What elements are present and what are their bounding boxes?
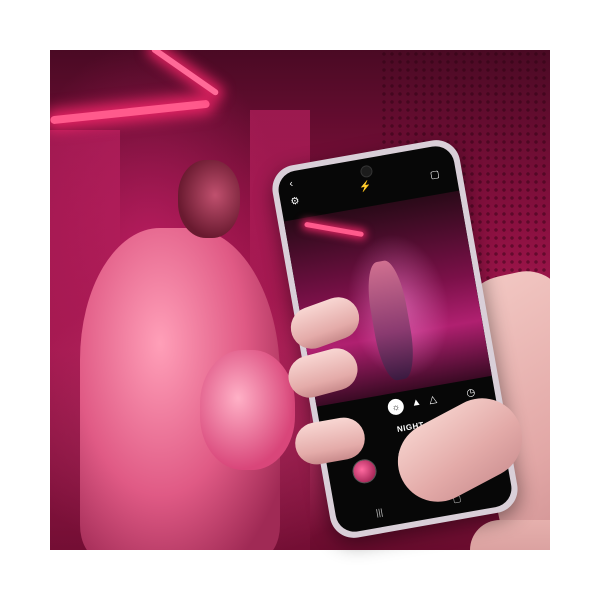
person-preview xyxy=(362,258,419,383)
neon-light xyxy=(304,221,365,238)
person-arm xyxy=(200,350,295,470)
scene-icon[interactable]: ▲ xyxy=(411,396,423,409)
night-mode-icon[interactable]: ☼ xyxy=(386,397,406,417)
back-icon[interactable]: ‹ xyxy=(289,178,294,189)
gallery-thumbnail[interactable] xyxy=(350,457,379,486)
settings-icon[interactable]: ⚙ xyxy=(290,196,301,208)
recent-apps-icon[interactable]: ||| xyxy=(375,507,384,518)
flash-icon[interactable]: ⚡ xyxy=(358,181,372,194)
neon-light xyxy=(150,50,220,97)
front-camera xyxy=(359,164,374,179)
person-head xyxy=(178,160,240,238)
neon-light xyxy=(50,99,210,125)
aspect-ratio-icon[interactable]: ▢ xyxy=(429,169,440,181)
wrist xyxy=(470,520,550,550)
scene-icon[interactable]: △ xyxy=(428,394,437,406)
